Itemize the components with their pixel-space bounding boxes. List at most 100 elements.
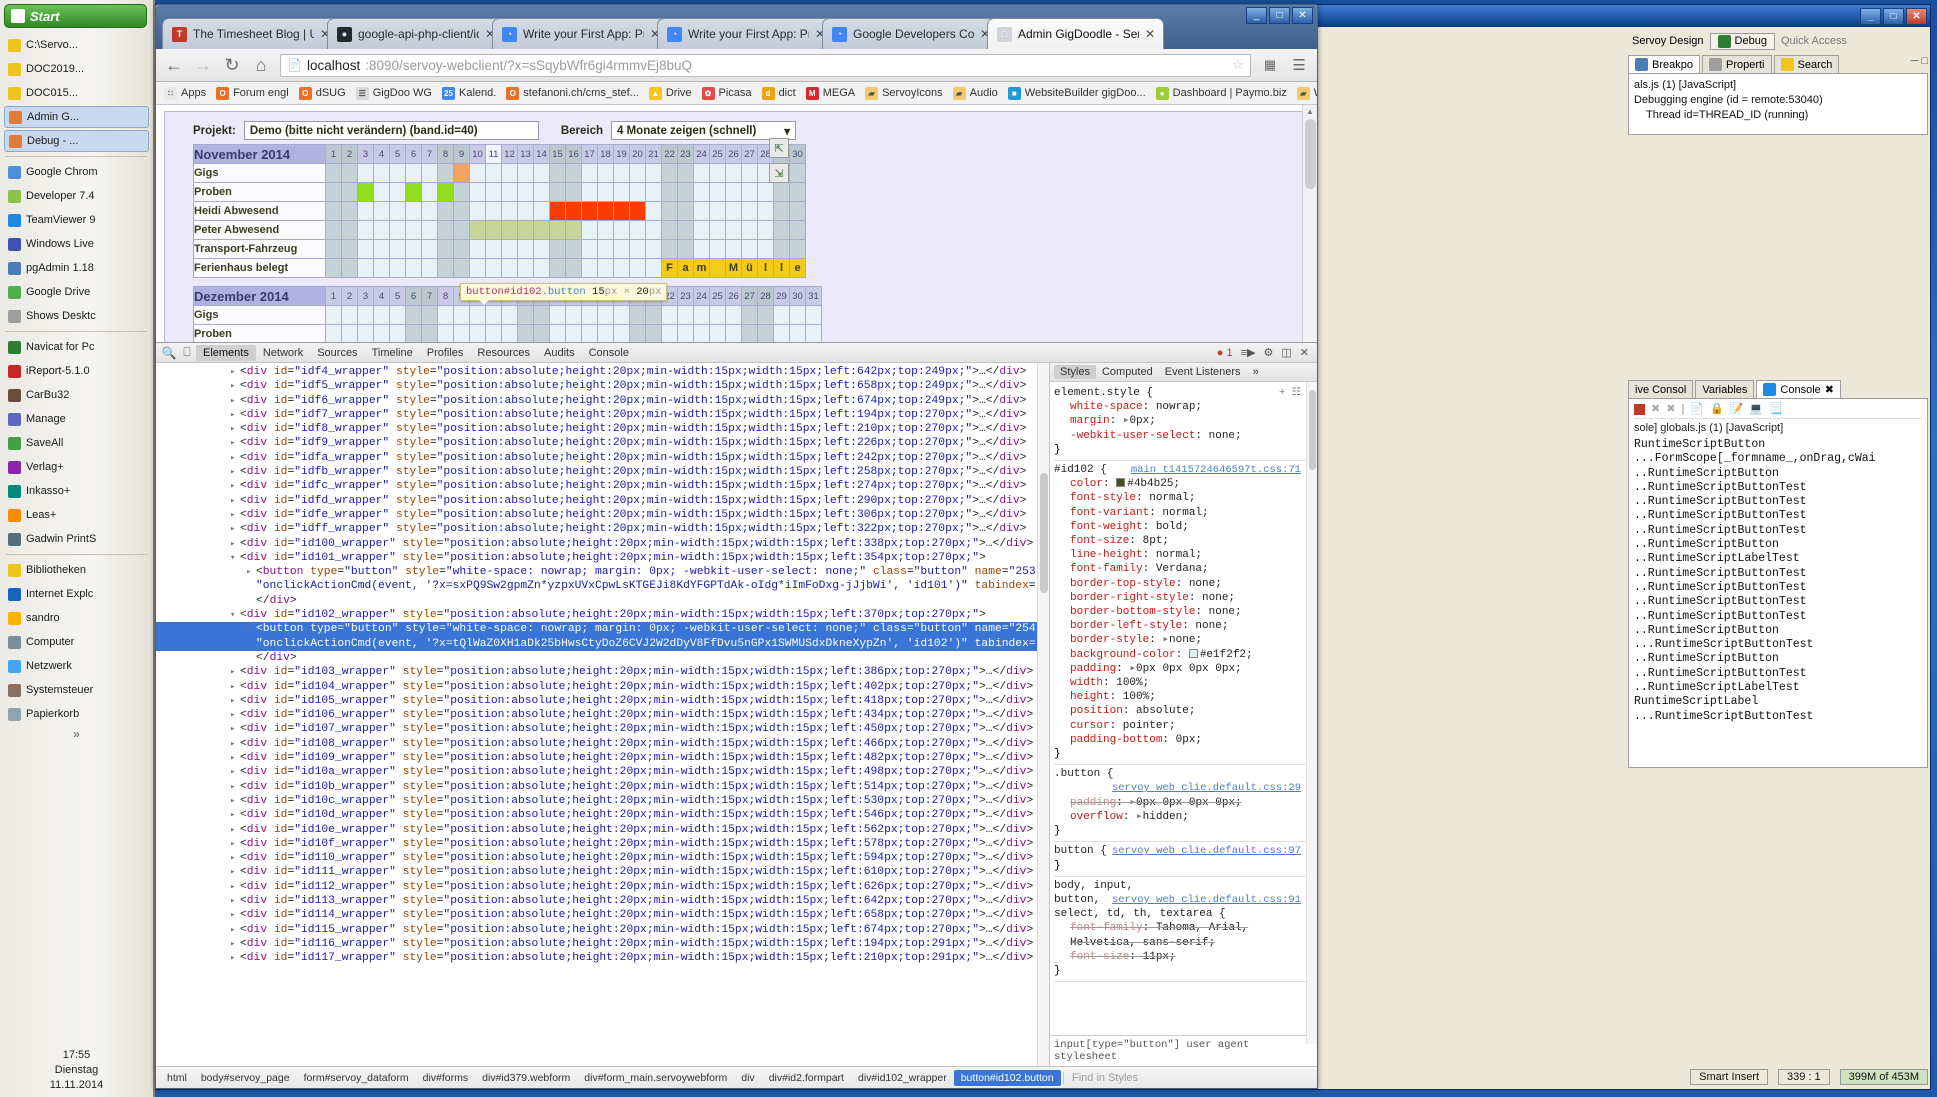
calendar-cell[interactable] xyxy=(469,182,486,202)
taskbar-item-14[interactable]: CarBu32 xyxy=(4,384,149,406)
calendar-day-header[interactable]: 10 xyxy=(469,144,486,164)
calendar-cell[interactable] xyxy=(437,201,454,221)
apps-grid-icon[interactable]: ▦ xyxy=(1260,57,1280,73)
calendar-cell[interactable] xyxy=(741,324,758,344)
taskbar-item-11[interactable]: Shows Desktc xyxy=(4,305,149,327)
calendar-cell[interactable] xyxy=(677,201,694,221)
style-source-link[interactable]: servoy web clie.default.css:29 xyxy=(1112,781,1317,795)
bookmark-4[interactable]: 25 Kalend. xyxy=(441,86,496,100)
calendar-cell[interactable] xyxy=(437,258,454,278)
dom-tree-node[interactable]: ▸ <div id="idf8_wrapper" style="position:… xyxy=(156,422,1049,436)
calendar-cell[interactable] xyxy=(677,239,694,259)
devtools-tab-audits[interactable]: Audits xyxy=(537,345,582,361)
calendar-cell[interactable] xyxy=(533,324,550,344)
style-declaration[interactable]: padding-bottom: 0px; xyxy=(1054,733,1317,747)
dom-scroll-thumb[interactable] xyxy=(1040,473,1048,593)
calendar-cell[interactable] xyxy=(517,324,534,344)
calendar-cell[interactable] xyxy=(629,324,646,344)
calendar-day-header[interactable]: 17 xyxy=(581,144,598,164)
bookmark-2[interactable]: OdSUG xyxy=(298,86,346,100)
taskbar-item-5[interactable]: Google Chrom xyxy=(4,161,149,183)
style-declaration[interactable]: border-left-style: none; xyxy=(1054,619,1317,633)
browser-tab-0[interactable]: TThe Timesheet Blog | Using C✕ xyxy=(162,18,339,49)
dom-tree-node[interactable]: ▸ <div id="id105_wrapper" style="position… xyxy=(156,694,1049,708)
calendar-cell[interactable] xyxy=(789,220,806,240)
perspective-debug[interactable]: Debug xyxy=(1709,32,1775,50)
console-output[interactable]: RuntimeScriptButton ...FormScope[_formnam… xyxy=(1634,438,1922,724)
calendar-day-header[interactable]: 30 xyxy=(789,286,806,306)
style-declaration[interactable]: background-color: #e1f2f2; xyxy=(1054,648,1317,662)
calendar-cell[interactable] xyxy=(421,182,438,202)
taskbar-item-15[interactable]: Manage xyxy=(4,408,149,430)
dom-tree-node[interactable]: ▸ <div id="idfb_wrapper" style="position:… xyxy=(156,465,1049,479)
expand-caret-icon[interactable]: ▸ xyxy=(230,665,235,679)
calendar-day-header[interactable]: 20 xyxy=(629,144,646,164)
style-declaration[interactable]: border-right-style: none; xyxy=(1054,591,1317,605)
calendar-cell[interactable] xyxy=(437,305,454,325)
remove-launch-icon[interactable]: ✖ xyxy=(1651,402,1660,417)
calendar-cell[interactable] xyxy=(757,239,774,259)
calendar-cell[interactable] xyxy=(501,201,518,221)
perspective-servoy-design[interactable]: Servoy Design xyxy=(1632,35,1704,47)
calendar-cell[interactable] xyxy=(549,220,566,240)
taskbar-item-17[interactable]: Verlag+ xyxy=(4,456,149,478)
calendar-cell[interactable] xyxy=(725,324,742,344)
calendar-cell[interactable] xyxy=(389,258,406,278)
dom-tree-node[interactable]: ▸ <div id="id111_wrapper" style="position… xyxy=(156,865,1049,879)
expand-caret-icon[interactable]: ▸ xyxy=(230,780,235,794)
other-bookmarks[interactable]: ▰ Weitere Lesezeichen xyxy=(1296,86,1317,100)
collapse-caret-icon[interactable]: ▾ xyxy=(230,608,235,622)
dom-tree-node[interactable]: ▸ <div id="id104_wrapper" style="position… xyxy=(156,680,1049,694)
calendar-cell[interactable] xyxy=(693,220,710,240)
style-declaration[interactable]: font-size: 8pt; xyxy=(1054,534,1317,548)
calendar-cell[interactable] xyxy=(357,305,374,325)
dom-tree-node[interactable]: ▸ <div id="idf5_wrapper" style="position:… xyxy=(156,379,1049,393)
calendar-cell[interactable] xyxy=(517,258,534,278)
calendar-cell[interactable] xyxy=(469,220,486,240)
calendar-cell[interactable] xyxy=(709,258,726,278)
tab-event-listeners[interactable]: Event Listeners xyxy=(1159,365,1247,379)
view-minimize-icon[interactable]: ─ □ xyxy=(1911,55,1929,73)
calendar-cell[interactable] xyxy=(485,258,502,278)
calendar-cell[interactable] xyxy=(421,201,438,221)
calendar-day-header[interactable]: 5 xyxy=(389,144,406,164)
dom-tree-pane[interactable]: ▸ <div id="idf4_wrapper" style="position:… xyxy=(156,363,1049,1066)
dock-side-icon[interactable]: ◫ xyxy=(1281,346,1291,359)
calendar-cell[interactable] xyxy=(437,324,454,344)
calendar-cell[interactable] xyxy=(517,305,534,325)
calendar-cell[interactable] xyxy=(773,239,790,259)
calendar-day-header[interactable]: 23 xyxy=(677,286,694,306)
breadcrumb-item-2[interactable]: form#servoy_dataform xyxy=(297,1070,416,1086)
expand-caret-icon[interactable]: ▸ xyxy=(230,851,235,865)
calendar-cell[interactable] xyxy=(709,163,726,183)
calendar-cell[interactable] xyxy=(549,182,566,202)
calendar-day-header[interactable]: 30 xyxy=(789,144,806,164)
taskbar-item-8[interactable]: Windows Live xyxy=(4,233,149,255)
calendar-cell[interactable] xyxy=(405,324,422,344)
expand-caret-icon[interactable]: ▸ xyxy=(230,951,235,965)
calendar-cell[interactable] xyxy=(501,182,518,202)
calendar-cell[interactable] xyxy=(725,163,742,183)
calendar-cell[interactable] xyxy=(437,163,454,183)
calendar-cell[interactable] xyxy=(725,182,742,202)
calendar-cell[interactable] xyxy=(789,182,806,202)
calendar-cell[interactable] xyxy=(405,201,422,221)
devtools-tab-profiles[interactable]: Profiles xyxy=(420,345,471,361)
expand-caret-icon[interactable]: ▸ xyxy=(230,823,235,837)
style-declaration[interactable]: line-height: normal; xyxy=(1054,548,1317,562)
calendar-cell[interactable] xyxy=(453,324,470,344)
calendar-cell[interactable] xyxy=(533,201,550,221)
calendar-cell[interactable] xyxy=(613,182,630,202)
calendar-cell[interactable] xyxy=(597,324,614,344)
calendar-cell[interactable] xyxy=(645,220,662,240)
calendar-cell[interactable] xyxy=(565,220,582,240)
calendar-cell[interactable] xyxy=(693,201,710,221)
calendar-cell[interactable] xyxy=(613,163,630,183)
calendar-cell[interactable] xyxy=(341,163,358,183)
calendar-cell[interactable] xyxy=(437,182,454,202)
calendar-cell[interactable] xyxy=(357,324,374,344)
terminate-icon[interactable] xyxy=(1634,404,1645,415)
calendar-cell[interactable] xyxy=(389,239,406,259)
style-declaration[interactable]: overflow: ▸hidden; xyxy=(1054,810,1317,824)
remove-all-icon[interactable]: ✖ xyxy=(1666,402,1675,417)
